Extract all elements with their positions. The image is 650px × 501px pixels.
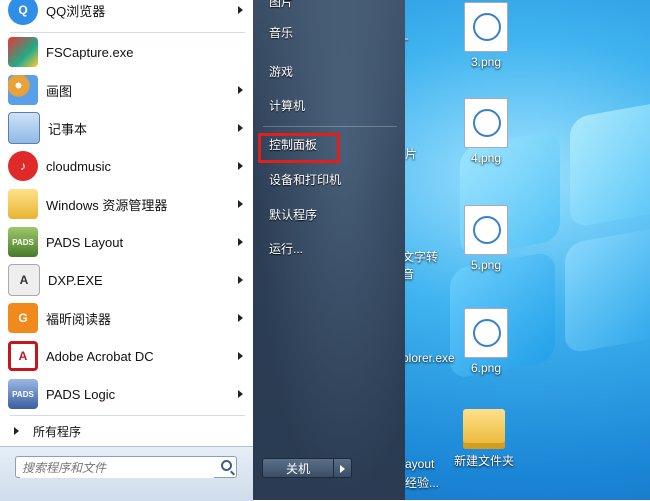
app-item-acrobat[interactable]: A Adobe Acrobat DC — [4, 338, 249, 374]
app-item-notepad[interactable]: 记事本 — [4, 110, 249, 146]
search-box — [15, 456, 237, 478]
submenu-arrow-icon — [238, 6, 243, 14]
control-panel-highlight — [258, 133, 340, 163]
places-item-music[interactable]: 音乐 — [269, 23, 293, 43]
partial-label: ayout — [405, 457, 435, 471]
app-item-dxp[interactable]: A DXP.EXE — [4, 262, 249, 298]
app-item-paint[interactable]: 画图 — [4, 72, 249, 108]
app-item-cloudmusic[interactable]: ♪ cloudmusic — [4, 148, 249, 184]
partial-label: 经验... — [405, 476, 440, 490]
search-input[interactable] — [20, 458, 214, 478]
app-item-qq-browser[interactable]: Q QQ浏览器 — [4, 0, 249, 28]
explorer-icon — [8, 189, 38, 219]
submenu-arrow-icon — [238, 314, 243, 322]
desktop-icon-3png[interactable]: 3.png — [451, 2, 521, 69]
pads-logic-icon: PADS — [8, 379, 38, 409]
desktop-icon-5png[interactable]: 5.png — [451, 205, 521, 272]
foxit-reader-icon: G — [8, 303, 38, 333]
qq-browser-icon: Q — [8, 0, 38, 25]
partial-label: 片 — [405, 147, 418, 161]
submenu-arrow-icon — [238, 390, 243, 398]
submenu-arrow-icon — [238, 352, 243, 360]
places-item-computer[interactable]: 计算机 — [269, 96, 305, 116]
desktop-icon-new-folder[interactable]: 新建文件夹 — [446, 405, 522, 469]
image-thumbnail-icon — [464, 98, 508, 148]
submenu-arrow-icon — [238, 162, 243, 170]
app-item-fscapture[interactable]: FSCapture.exe — [4, 34, 249, 70]
all-programs-arrow-icon — [14, 427, 19, 435]
search-icon[interactable] — [221, 460, 232, 471]
places-item-run[interactable]: 运行... — [269, 239, 303, 259]
shutdown-options-arrow-icon[interactable] — [334, 458, 352, 478]
desktop-icon-6png[interactable]: 6.png — [451, 308, 521, 375]
submenu-arrow-icon — [238, 86, 243, 94]
desktop-icon-4png[interactable]: 4.png — [451, 98, 521, 165]
places-item-pictures[interactable]: 图片 — [269, 0, 293, 12]
start-menu: Q QQ浏览器 FSCapture.exe 画图 记事本 ♪ cloudmusi… — [0, 0, 405, 501]
submenu-arrow-icon — [238, 276, 243, 284]
start-menu-places-pane: 图片 音乐 游戏 计算机 控制面板 设备和打印机 默认程序 运行... — [253, 0, 405, 500]
divider — [10, 32, 245, 33]
partial-label: plorer.exe — [402, 351, 455, 365]
all-programs-button[interactable]: 所有程序 — [10, 420, 81, 442]
app-item-pads-logic[interactable]: PADS PADS Logic — [4, 376, 249, 412]
folder-icon — [463, 409, 505, 449]
cloudmusic-icon: ♪ — [8, 151, 38, 181]
app-item-windows-explorer[interactable]: Windows 资源管理器 — [4, 186, 249, 222]
submenu-arrow-icon — [238, 238, 243, 246]
partial-label: 音 — [402, 267, 415, 281]
dxp-icon: A — [8, 264, 40, 296]
app-item-foxit-reader[interactable]: G 福昕阅读器 — [4, 300, 249, 336]
submenu-arrow-icon — [238, 124, 243, 132]
submenu-arrow-icon — [238, 200, 243, 208]
places-item-devices-printers[interactable]: 设备和打印机 — [269, 170, 341, 190]
fscapture-icon — [8, 37, 38, 67]
divider — [10, 415, 245, 416]
image-thumbnail-icon — [464, 205, 508, 255]
places-item-games[interactable]: 游戏 — [269, 62, 293, 82]
image-thumbnail-icon — [464, 308, 508, 358]
notepad-icon — [8, 112, 40, 144]
places-item-default-programs[interactable]: 默认程序 — [269, 205, 317, 225]
partial-label: 文字转 — [402, 250, 439, 264]
acrobat-icon: A — [8, 341, 38, 371]
divider — [263, 126, 397, 127]
app-item-pads-layout[interactable]: PADS PADS Layout — [4, 224, 249, 260]
start-menu-programs-pane: Q QQ浏览器 FSCapture.exe 画图 记事本 ♪ cloudmusi… — [0, 0, 254, 501]
shutdown-button[interactable]: 关机 — [262, 458, 334, 478]
pads-layout-icon: PADS — [8, 227, 38, 257]
paint-icon — [8, 75, 38, 105]
image-thumbnail-icon — [464, 2, 508, 52]
